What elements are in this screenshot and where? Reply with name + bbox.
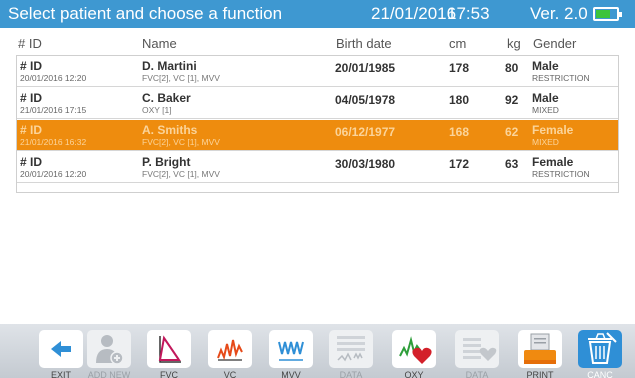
patient-pattern: RESTRICTION [532, 169, 590, 179]
printer-icon [524, 333, 556, 364]
patient-birth-date: 06/12/1977 [335, 125, 396, 139]
patient-height: 178 [449, 61, 470, 75]
patient-tests: FVC[2], VC [1], MVV [142, 137, 220, 147]
patient-weight: 63 [505, 157, 519, 171]
time-display: 17:53 [447, 4, 490, 23]
patient-id: # ID [20, 59, 43, 73]
spiro-data-button-label: DATA [339, 370, 363, 378]
patient-tests: FVC[2], VC [1], MVV [142, 73, 220, 83]
patient-timestamp: 20/01/2016 12:20 [20, 169, 87, 179]
patient-birth-date: 30/03/1980 [335, 157, 396, 171]
patient-name: A. Smiths [142, 123, 198, 137]
add-new-button[interactable]: ADD NEW [83, 330, 135, 378]
mvv-button[interactable]: MVV [265, 330, 317, 378]
col-header-gender: Gender [533, 36, 577, 51]
back-arrow-icon [51, 341, 71, 357]
patient-id: # ID [20, 155, 43, 169]
vc-curve-icon [217, 339, 243, 361]
patient-id: # ID [20, 91, 43, 105]
vc-button[interactable]: VC [204, 330, 256, 378]
fvc-button[interactable]: FVC [143, 330, 195, 378]
cancel-button-label: CANC [587, 370, 613, 378]
patient-birth-date: 04/05/1978 [335, 93, 396, 107]
function-toolbar: EXIT ADD NEW FVC VC MVV DATA OXY DATA PR… [0, 324, 635, 378]
oxy-button-label: OXY [404, 370, 424, 378]
patient-height: 168 [449, 125, 470, 139]
patient-birth-date: 20/01/1985 [335, 61, 396, 75]
trash-icon [588, 332, 617, 364]
patient-height: 180 [449, 93, 470, 107]
patient-list[interactable]: # ID 20/01/2016 12:20 D. Martini FVC[2],… [16, 55, 619, 193]
fvc-button-label: FVC [160, 370, 178, 378]
spiro-data-button[interactable]: DATA [325, 330, 377, 378]
col-header-name: Name [142, 36, 177, 51]
cancel-button[interactable]: CANC [574, 330, 626, 378]
spiro-data-icon [337, 336, 365, 362]
screen-title: Select patient and choose a function [8, 4, 283, 23]
add-user-icon [96, 335, 124, 365]
mvv-wave-icon [278, 341, 304, 361]
battery-level [596, 10, 610, 18]
oxy-data-icon [463, 338, 497, 361]
patient-tests: FVC[2], VC [1], MVV [142, 169, 220, 179]
patient-tests: OXY [1] [142, 105, 172, 115]
add-new-button-label: ADD NEW [87, 370, 131, 378]
battery-icon [593, 7, 622, 21]
table-header: # ID Name Birth date cm kg Gender [18, 36, 618, 54]
patient-timestamp: 21/01/2016 16:32 [20, 137, 87, 147]
patient-gender: Male [532, 91, 559, 105]
oxy-data-button-label: DATA [465, 370, 489, 378]
table-row[interactable]: # ID 20/01/2016 12:20 D. Martini FVC[2],… [17, 56, 618, 87]
table-row[interactable]: # ID 20/01/2016 12:20 P. Bright FVC[2], … [17, 152, 618, 183]
patient-height: 172 [449, 157, 470, 171]
exit-button-label: EXIT [50, 370, 71, 378]
print-button-label: PRINT [526, 370, 554, 378]
date-display: 21/01/2016 [371, 4, 457, 23]
vc-button-label: VC [223, 370, 237, 378]
patient-name: D. Martini [142, 59, 197, 73]
patient-id: # ID [20, 123, 43, 137]
patient-name: P. Bright [142, 155, 191, 169]
patient-name: C. Baker [142, 91, 191, 105]
table-row[interactable]: # ID 21/01/2016 16:32 A. Smiths FVC[2], … [17, 120, 618, 151]
patient-weight: 92 [505, 93, 519, 107]
oxy-heart-icon [399, 336, 432, 364]
patient-gender: Male [532, 59, 559, 73]
col-header-cm: cm [449, 36, 467, 51]
print-button[interactable]: PRINT [514, 330, 566, 378]
patient-weight: 62 [505, 125, 519, 139]
fvc-loop-icon [158, 335, 181, 363]
mvv-button-label: MVV [281, 370, 301, 378]
version-label: Ver. 2.0 [530, 4, 588, 23]
patient-weight: 80 [505, 61, 519, 75]
oxy-data-button[interactable]: DATA [451, 330, 503, 378]
title-bar: Select patient and choose a function 21/… [0, 0, 635, 28]
col-header-id: # ID [18, 36, 42, 51]
patient-timestamp: 20/01/2016 12:20 [20, 73, 87, 83]
patient-gender: Female [532, 123, 574, 137]
exit-button[interactable]: EXIT [35, 330, 87, 378]
patient-pattern: MIXED [532, 105, 559, 115]
patient-gender: Female [532, 155, 574, 169]
table-row[interactable]: # ID 21/01/2016 17:15 C. Baker OXY [1] 0… [17, 88, 618, 119]
patient-pattern: RESTRICTION [532, 73, 590, 83]
oxy-button[interactable]: OXY [388, 330, 440, 378]
patient-pattern: MIXED [532, 137, 559, 147]
patient-timestamp: 21/01/2016 17:15 [20, 105, 87, 115]
col-header-kg: kg [507, 36, 521, 51]
col-header-birth-date: Birth date [336, 36, 392, 51]
